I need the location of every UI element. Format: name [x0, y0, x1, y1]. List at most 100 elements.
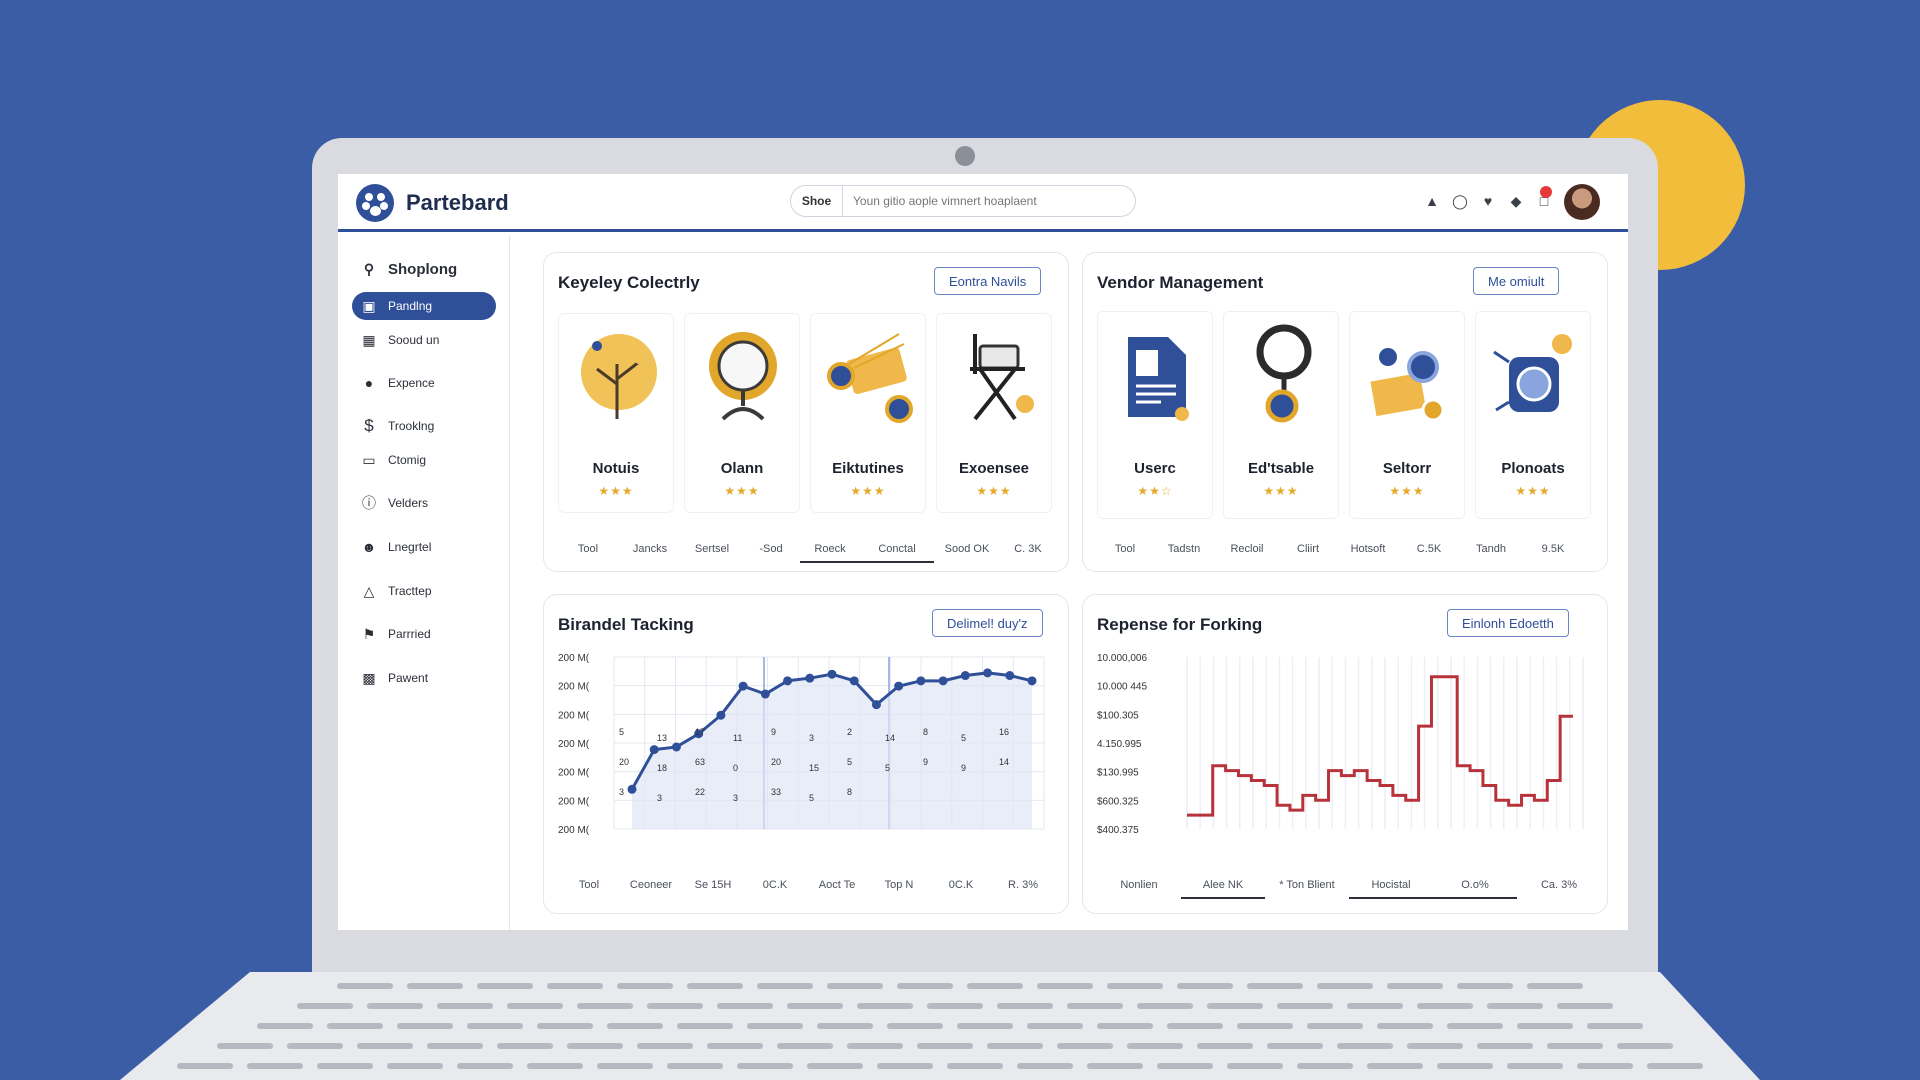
grid-number-label: 14	[999, 757, 1009, 767]
grid-number-label: 0	[733, 763, 738, 773]
tile-label: Eiktutines	[832, 460, 904, 477]
sidebar-item-sooud-un[interactable]: ▦ Sooud un	[352, 326, 496, 354]
tab[interactable]: Roeck	[800, 543, 860, 563]
product-tile[interactable]: Exoensee ★★★	[936, 313, 1052, 513]
sidebar-item-pandlng[interactable]: ▣ Pandlng	[352, 292, 496, 320]
sidebar-item-label: Parrried	[388, 627, 431, 641]
people-icon: △	[363, 582, 375, 599]
tile-rating: ★★★	[1515, 484, 1551, 498]
sidebar-item-tracttep[interactable]: △ Tracttep	[352, 577, 496, 605]
tab[interactable]: C. 3K	[1000, 543, 1056, 563]
grid-number-label: 13	[657, 733, 667, 743]
tab[interactable]: Sood OK	[934, 543, 1000, 563]
data-point	[1005, 671, 1015, 681]
tile-rating: ★★★	[976, 484, 1012, 498]
user-group-icon: ☻	[361, 539, 377, 555]
tab[interactable]: Tadstn	[1153, 543, 1215, 563]
tab[interactable]: Jancks	[618, 543, 682, 563]
vendor-tile[interactable]: Ed'tsable ★★★	[1223, 311, 1339, 519]
monitor-icon: ▭	[362, 451, 376, 468]
lock-icon[interactable]: ▲	[1423, 192, 1441, 210]
data-point	[783, 676, 793, 686]
product-tile[interactable]: Eiktutines ★★★	[810, 313, 926, 513]
tab[interactable]: 9.5K	[1523, 543, 1583, 563]
card-title: Keyeley Colectrly	[558, 273, 700, 292]
keyley-tabs: Tool Jancks Sertsel -Sod Roeck Conctal S…	[558, 543, 1056, 563]
vendor-tile[interactable]: Plonoats ★★★	[1475, 311, 1591, 519]
tab[interactable]: Tool	[558, 543, 618, 563]
grid-number-label: 8	[923, 727, 928, 737]
tab[interactable]: Tool	[1097, 543, 1153, 563]
sidebar-item-label: Sooud un	[388, 333, 440, 347]
tab[interactable]: -Sod	[742, 543, 800, 563]
search-bar: Shoe	[790, 185, 1136, 217]
vendor-tabs: Tool Tadstn Recloil Cliirt Hotsoft C.5K …	[1097, 543, 1583, 563]
tab[interactable]: C.5K	[1399, 543, 1459, 563]
tile-rating: ★★★	[598, 484, 634, 498]
birandel-action-button[interactable]: Delimel! duy'z	[932, 609, 1043, 637]
tile-rating: ★★★	[1389, 484, 1425, 498]
data-point	[827, 669, 837, 679]
grid-number-label: 20	[619, 757, 629, 767]
grid-number-label: 5	[885, 763, 890, 773]
sidebar: ⚲ Shoplong ▣ Pandlng ▦ Sooud un ● Expenc…	[338, 235, 510, 930]
tab[interactable]: Hotsoft	[1337, 543, 1399, 563]
tile-rating: ★★★	[724, 484, 760, 498]
birandel-card: Birandel Tacking Delimel! duy'z 200 M(20…	[543, 594, 1069, 914]
sidebar-item-pawent[interactable]: ▩ Pawent	[352, 664, 496, 692]
vendor-tile[interactable]: Seltorr ★★★	[1349, 311, 1465, 519]
tab[interactable]: Tandh	[1459, 543, 1523, 563]
x-axis-label: Alee NK	[1181, 879, 1265, 899]
sidebar-item-trooklng[interactable]: $ Trooklng	[352, 412, 496, 440]
clock-icon[interactable]: ◯	[1451, 192, 1469, 210]
sidebar-item-shoplong[interactable]: ⚲ Shoplong	[352, 255, 496, 283]
tab[interactable]: Recloil	[1215, 543, 1279, 563]
x-axis-label: Hocistal	[1349, 879, 1433, 899]
sidebar-item-velders[interactable]: ⓘ Velders	[352, 489, 496, 517]
grid-number-label: 18	[657, 763, 667, 773]
y-tick-label: $130.995	[1097, 768, 1139, 779]
sidebar-item-label: Trooklng	[388, 419, 435, 433]
user-avatar[interactable]	[1564, 184, 1600, 220]
grid-number-label: 9	[923, 757, 928, 767]
notification-badge	[1540, 186, 1552, 198]
sidebar-item-lnegrtel[interactable]: ☻ Lnegrtel	[352, 533, 496, 561]
reponse-action-button[interactable]: Einlonh Edoetth	[1447, 609, 1569, 637]
app-screen: Partebard Shoe ▲ ◯ ♥ ◆ □ ⚲ Shoplong ▣ Pa…	[338, 174, 1628, 930]
chat-icon[interactable]: ◆	[1507, 192, 1525, 210]
x-axis-label: Ceoneer	[629, 879, 673, 891]
product-tile[interactable]: Notuis ★★★	[558, 313, 674, 513]
sidebar-item-ctomig[interactable]: ▭ Ctomig	[352, 446, 496, 474]
app-title: Partebard	[406, 190, 509, 215]
tab[interactable]: Cliirt	[1279, 543, 1337, 563]
search-input[interactable]	[843, 187, 1123, 215]
data-point	[960, 671, 970, 681]
series-line	[1187, 675, 1573, 817]
heart-icon[interactable]: ♥	[1479, 192, 1497, 210]
x-axis-label: Se 15H	[694, 879, 732, 891]
grid-number-label: 20	[771, 757, 781, 767]
sidebar-item-parrried[interactable]: ⚑ Parrried	[352, 620, 496, 648]
product-tile[interactable]: Olann ★★★	[684, 313, 800, 513]
sidebar-item-label: Tracttep	[388, 584, 432, 598]
grid-number-label: 16	[999, 727, 1009, 737]
vendor-tile[interactable]: Userc ★★☆	[1097, 311, 1213, 519]
grid-number-label: 63	[695, 757, 705, 767]
tab[interactable]: Sertsel	[682, 543, 742, 563]
info-icon: ⓘ	[362, 495, 376, 511]
grid-number-label: 5	[847, 757, 852, 767]
y-tick-label: 200 M(	[558, 682, 590, 693]
tile-label: Olann	[720, 460, 764, 477]
x-axis-label: Top N	[884, 879, 914, 891]
y-tick-label: 200 M(	[558, 768, 590, 779]
tab[interactable]: Conctal	[860, 543, 934, 563]
pin-icon: ⚲	[363, 260, 375, 277]
tile-label: Exoensee	[958, 460, 1030, 477]
x-axis-label: * Ton Blient	[1279, 879, 1335, 891]
search-category-chip[interactable]: Shoe	[791, 186, 843, 216]
grid-number-label: 3	[809, 733, 814, 743]
keyley-action-button[interactable]: Eontra Navils	[934, 267, 1042, 295]
sidebar-item-expence[interactable]: ● Expence	[352, 369, 496, 397]
vendor-action-button[interactable]: Me omiult	[1473, 267, 1560, 295]
sidebar-item-label: Velders	[388, 496, 429, 510]
